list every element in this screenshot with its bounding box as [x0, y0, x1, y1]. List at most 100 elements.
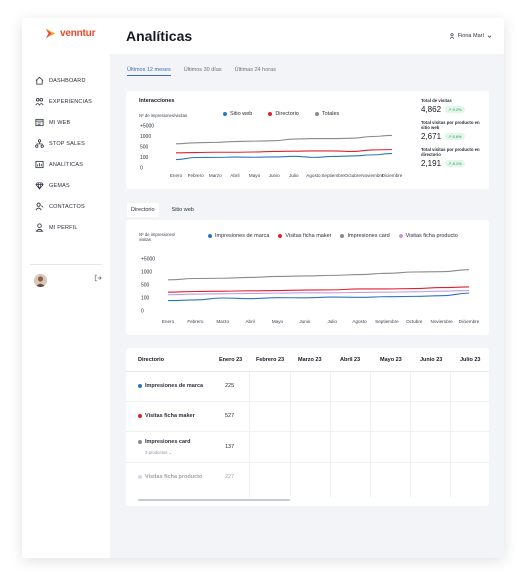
column-header: Abril 23 [340, 357, 361, 363]
x-tick-label: Julio [327, 319, 337, 324]
row-label: Impresiones de marca [138, 383, 203, 389]
interactions-card: Interacciones Nº de impresiones/visitas … [126, 91, 489, 189]
x-tick-label: Agosto [352, 319, 367, 324]
time-range-tabs: Últimos 12 meses Últimos 30 días Últimas… [127, 67, 276, 76]
sidebar-item-label: DASHBOARD [49, 77, 86, 84]
sidebar-item-label: ANALÍTICAS [49, 161, 84, 168]
sidebar: venntur DASHBOARD EXPERIENCIAS MI WEB ST… [22, 18, 110, 558]
directory-table: Directorio Enero 23 Febrero 23 Marzo 23 … [126, 348, 489, 506]
products-select[interactable]: 3 productos ⌄ [145, 450, 172, 456]
x-tick-label: Abril [230, 173, 239, 178]
sidebar-item-contactos[interactable]: CONTACTOS [35, 196, 92, 217]
x-tick-label: Abril [245, 319, 254, 324]
y-tick-label: 1000 [141, 270, 152, 276]
sidebar-item-mi-perfil[interactable]: MI PERFIL [35, 217, 92, 238]
row-label-text: Impresiones card [145, 439, 191, 445]
tab-last-24-hours[interactable]: Últimas 24 horas [235, 67, 276, 76]
gem-icon [35, 182, 44, 190]
y-tick-label: 500 [140, 145, 149, 151]
user-menu[interactable]: Fiona Marí [449, 33, 492, 39]
top-bar: Analíticas Fiona Marí [110, 18, 504, 54]
x-tick-label: Enero [170, 173, 183, 178]
sidebar-item-experiencias[interactable]: EXPERIENCIAS [35, 91, 92, 112]
column-header: Directorio [138, 357, 164, 363]
table-row: Impresiones de marca 225 [126, 372, 489, 402]
sidebar-divider [30, 264, 102, 265]
x-tick-label: Mayo [272, 319, 284, 324]
section-tabs: Directorio Sitio web [127, 203, 198, 217]
stat-web-product-visits: Total visitas por producto en sitio web … [421, 120, 487, 141]
brand-logo[interactable]: venntur [44, 27, 95, 40]
row-label-text: Visitas ficha maker [145, 413, 195, 419]
x-tick-label: Octubre [406, 319, 423, 324]
x-tick-label: Noviembre [431, 319, 454, 324]
y-tick-label: 100 [140, 155, 149, 161]
x-tick-label: Mayo [249, 173, 261, 178]
logout-icon[interactable] [94, 274, 102, 282]
main-content: Últimos 12 meses Últimos 30 días Últimas… [110, 54, 504, 524]
sidebar-item-label: STOP SALES [49, 140, 86, 147]
sidebar-item-mi-web[interactable]: MI WEB [35, 112, 92, 133]
x-tick-label: Julio [289, 173, 299, 178]
user-name: Fiona Marí [457, 33, 484, 39]
series-line-sitio-web [175, 153, 393, 161]
x-tick-label: Agosto [306, 173, 321, 178]
table-header: Directorio Enero 23 Febrero 23 Marzo 23 … [126, 348, 489, 372]
tab-sitio-web[interactable]: Sitio web [168, 203, 198, 217]
x-tick-label: Diciembre [459, 319, 480, 324]
sidebar-item-label: GEMAS [49, 182, 70, 189]
row-dot [138, 384, 142, 388]
x-tick-label: Septiembre [321, 173, 345, 178]
directory-chart: 0 100 500 1000 +5000 Enero Febrero Marzo Abril Ma… [141, 257, 480, 325]
network-icon [35, 139, 44, 148]
tab-last-12-months[interactable]: Últimos 12 meses [127, 67, 171, 76]
directory-card: Nº de impresiones/ visitas Impresiones d… [126, 220, 489, 335]
x-tick-label: Junio [269, 173, 280, 178]
chevron-down-icon [487, 35, 492, 38]
table-row: Visitas ficha maker 527 [126, 402, 489, 432]
y-tick-label: +5000 [140, 124, 154, 130]
y-tick-label: 100 [141, 296, 150, 302]
table-row: Visitas ficha producto 227 [126, 463, 489, 493]
row-value: 227 [225, 474, 235, 480]
x-tick-label: Octubre [345, 173, 362, 178]
column-header: Enero 23 [219, 357, 243, 363]
tab-directorio[interactable]: Directorio [127, 203, 159, 217]
stat-delta-badge: ↗ 6.6% [445, 132, 465, 140]
column-header: Marzo 23 [298, 357, 322, 363]
sidebar-item-gemas[interactable]: GEMAS [35, 175, 92, 196]
sidebar-item-dashboard[interactable]: DASHBOARD [35, 70, 92, 91]
stat-value: 4,862 [421, 104, 442, 114]
tab-last-30-days[interactable]: Últimos 30 días [184, 67, 222, 76]
x-tick-label: Junio [299, 319, 310, 324]
stat-row: 4,862 ↗ 9.2% [421, 105, 487, 114]
series-line-totales [175, 134, 393, 145]
sidebar-item-analiticas[interactable]: ANALÍTICAS [35, 154, 92, 175]
x-tick-label: Noviembre [361, 173, 384, 178]
series-line-directorio [175, 149, 393, 154]
row-label: Visitas ficha maker [138, 413, 195, 419]
y-tick-label: 0 [140, 166, 143, 172]
y-tick-label: 0 [141, 309, 144, 315]
logo-icon [45, 28, 56, 39]
stat-label: Total visitas por producto en directorio [421, 146, 480, 158]
avatar[interactable] [34, 274, 47, 287]
row-value: 527 [225, 413, 235, 419]
row-label: Impresiones card [138, 439, 191, 445]
contacts-icon [35, 202, 44, 211]
table-row: Impresiones card 3 productos ⌄ 137 [126, 432, 489, 463]
row-label-text: Visitas ficha producto [145, 474, 203, 480]
stat-delta-badge: ↗ 9.2% [445, 105, 465, 113]
sidebar-item-label: MI WEB [49, 119, 71, 126]
stat-value: 2,191 [421, 158, 442, 168]
stat-row: 2,671 ↗ 6.6% [421, 132, 487, 141]
x-tick-label: Marzo [216, 319, 229, 324]
horizontal-scrollbar[interactable] [138, 499, 290, 501]
sidebar-item-label: CONTACTOS [49, 203, 85, 210]
sidebar-nav: DASHBOARD EXPERIENCIAS MI WEB STOP SALES… [35, 70, 92, 238]
x-tick-label: Enero [162, 319, 175, 324]
sidebar-item-stop-sales[interactable]: STOP SALES [35, 133, 92, 154]
stat-value: 2,671 [421, 131, 442, 141]
avatar-photo-icon [34, 274, 47, 287]
x-tick-label: Marzo [209, 173, 222, 178]
